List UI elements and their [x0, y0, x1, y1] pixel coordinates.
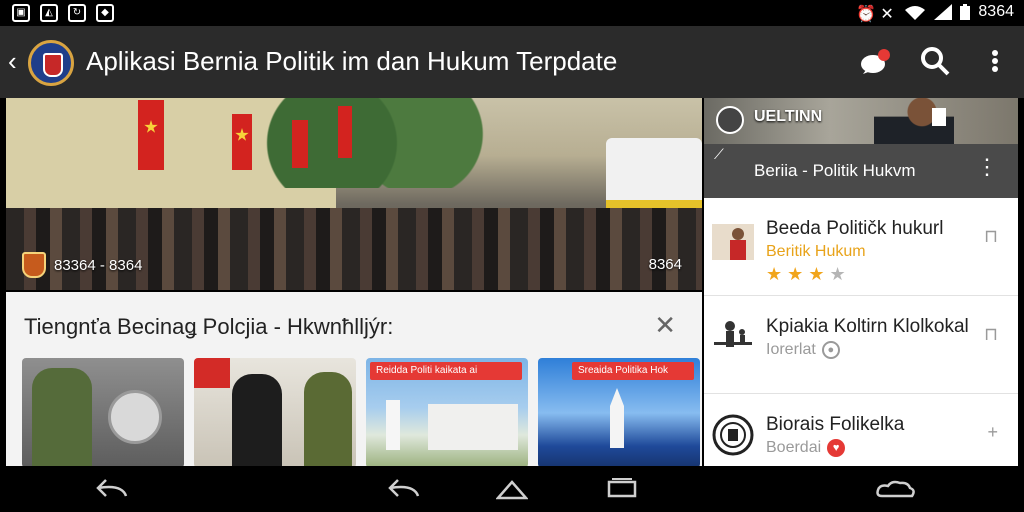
list-item-title: Kpiakia Koltirn Klolkokal [766, 316, 969, 337]
right-panel-header: UELTINN [704, 98, 1018, 144]
app-logo [28, 40, 74, 86]
news-thumbnail[interactable]: Reidda Politi kaikata ai [366, 358, 528, 468]
news-list: Beeda Političk hukurl Beritik Hukum ★ ★ … [704, 198, 1018, 466]
cloud-icon [876, 480, 915, 498]
thumbnail-banner: Reidda Politi kaikata ai [370, 362, 522, 380]
list-item-title: Beeda Političk hukurl [766, 218, 944, 239]
app-title: Aplikasi Bernia Politik im dan Hukum Ter… [86, 46, 618, 76]
chat-button[interactable] [860, 46, 890, 76]
more-button[interactable] [980, 46, 1010, 76]
flag-icon [138, 100, 164, 170]
monument-figure [610, 388, 624, 448]
star-icon: ★ [808, 264, 825, 284]
close-button[interactable]: ✕ [654, 312, 676, 338]
app-bar: ‹ Aplikasi Bernia Politik im dan Hukum T… [0, 26, 1024, 98]
recents-button[interactable] [606, 476, 638, 508]
list-item[interactable]: Beeda Političk hukurl Beritik Hukum ★ ★ … [704, 198, 1018, 296]
emblem-icon [716, 106, 744, 134]
star-icon: ★ [766, 264, 783, 284]
officer-figure [32, 368, 92, 468]
tower-figure [386, 400, 400, 450]
tag-icon: ● [821, 341, 840, 359]
section-title: Tiengnťa Becinaǥ Polcjia - Hkwnħlljýr: [24, 314, 394, 339]
news-thumbnail[interactable] [22, 358, 184, 468]
more-icon [992, 50, 998, 72]
more-button[interactable]: ⋮ [976, 156, 998, 178]
share-icon[interactable]: ⊓ [984, 324, 998, 345]
people-icon [712, 316, 754, 358]
cloud-button[interactable] [874, 476, 918, 508]
back-nav-button[interactable] [96, 476, 128, 508]
navigation-bar [0, 466, 1024, 512]
share-icon[interactable]: ⊓ [984, 226, 998, 247]
document-icon [932, 108, 946, 126]
add-icon[interactable]: + [987, 422, 998, 443]
battery-icon [960, 4, 971, 20]
search-button[interactable] [920, 46, 950, 76]
star-icon: ★ [829, 264, 846, 284]
news-section-panel: Tiengnťa Becinaǥ Polcjia - Hkwnħlljýr: ✕… [6, 292, 702, 468]
recents-icon [607, 478, 637, 498]
alarm-icon: ⏰ [856, 6, 877, 23]
list-item-subtitle: Boerdai ♥ [766, 439, 846, 457]
hero-news-image[interactable]: 83364 - 8364 8364 [6, 98, 702, 290]
right-header-text: UELTINN [754, 108, 823, 125]
status-bar: ▣ ◭ ↻ ◆ ⏰ ✕ 8364 [0, 0, 1024, 26]
sync-icon: ↻ [68, 4, 86, 22]
emblem-icon [712, 414, 754, 456]
notification-icon: ◆ [96, 4, 114, 22]
status-time: 8364 [978, 3, 1014, 20]
rating-stars: ★ ★ ★ ★ [766, 264, 846, 285]
building-figure [428, 404, 518, 450]
flag-icon [292, 120, 308, 168]
home-icon [495, 480, 529, 500]
star-icon: ★ [787, 264, 804, 284]
back-nav-button[interactable] [388, 476, 420, 508]
back-button[interactable]: ‹ [8, 48, 17, 74]
flag-icon [194, 358, 230, 388]
mute-icon: ✕ [880, 6, 894, 23]
heart-icon: ♥ [827, 439, 846, 457]
back-arrow-icon [96, 479, 128, 497]
home-button[interactable] [495, 476, 529, 508]
app-icon: ◭ [40, 4, 58, 22]
person-figure [232, 374, 282, 468]
shield-badge-icon [22, 252, 46, 278]
microphone-icon: ⟋ [714, 146, 724, 162]
gallery-icon: ▣ [12, 4, 30, 22]
fan-icon [108, 390, 162, 444]
list-item-title: Biorais Folikelka [766, 414, 905, 435]
signal-icon [934, 4, 953, 20]
back-arrow-icon [388, 479, 420, 497]
list-item-subtitle: Beritik Hukum [766, 243, 866, 260]
right-subheader-title: Beriia - Politik Hukvm [754, 161, 916, 180]
person-photo-icon [712, 218, 754, 260]
news-thumbnail[interactable] [194, 358, 356, 468]
hero-caption-right: 8364 [648, 256, 682, 273]
chat-icon [861, 49, 890, 74]
list-item-subtitle: Iorerlat ● [766, 341, 840, 359]
flag-icon [232, 114, 252, 170]
search-icon [921, 47, 950, 76]
list-item[interactable]: Kpiakia Koltirn Klolkokal Iorerlat ● ⊓ [704, 296, 1018, 394]
hero-caption-left: 83364 - 8364 [54, 256, 143, 274]
flag-icon [338, 106, 352, 158]
news-thumbnail[interactable]: Sreaida Politika Hok [538, 358, 700, 468]
wifi-icon [905, 6, 926, 20]
officer-figure [304, 372, 352, 468]
thumbnail-banner: Sreaida Politika Hok [572, 362, 694, 380]
right-panel-subheader: ⟋ Beriia - Politik Hukvm ⋮ [704, 144, 1018, 198]
